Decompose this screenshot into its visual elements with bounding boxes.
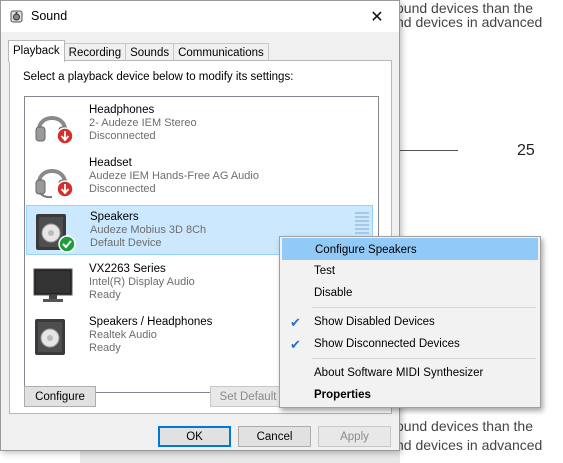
speaker-app-icon (10, 10, 23, 23)
device-description: Realtek Audio (89, 329, 157, 341)
headset-icon (35, 169, 74, 199)
background-strip (80, 451, 400, 463)
menu-item-configure-speakers[interactable]: Configure Speakers (282, 238, 538, 260)
apply-button[interactable]: Apply (318, 426, 391, 447)
menu-item-about-midi[interactable]: About Software MIDI Synthesizer (282, 362, 538, 384)
monitor-icon (33, 268, 73, 302)
menu-item-show-disabled-devices[interactable]: ✔ Show Disabled Devices (282, 311, 538, 333)
device-name: Headphones (89, 104, 155, 116)
device-status: Disconnected (89, 183, 156, 195)
set-default-button[interactable]: Set Default (210, 386, 286, 407)
device-name: VX2263 Series (89, 263, 166, 275)
device-status: Ready (89, 289, 121, 301)
device-status: Ready (89, 342, 121, 354)
cancel-button[interactable]: Cancel (238, 426, 311, 447)
menu-item-label: About Software MIDI Synthesizer (314, 367, 484, 379)
device-description: 2- Audeze IEM Stereo (89, 117, 197, 129)
title-bar[interactable]: Sound ✕ (1, 1, 399, 32)
menu-item-label: Disable (314, 287, 353, 299)
menu-item-test[interactable]: Test (282, 260, 538, 282)
background-divider (400, 150, 458, 151)
tab-strip: Playback Recording Sounds Communications (8, 40, 269, 62)
device-item-headphones[interactable]: Headphones 2- Audeze IEM Stereo Disconne… (26, 99, 373, 149)
background-text: nd devices in advanced (396, 437, 543, 453)
checkmark-icon: ✔ (290, 315, 301, 330)
menu-separator (312, 307, 536, 308)
close-icon: ✕ (370, 8, 384, 26)
window-title: Sound (31, 9, 68, 23)
menu-separator (312, 358, 536, 359)
menu-item-label: Configure Speakers (315, 244, 417, 256)
background-text: ound devices than the (396, 418, 533, 434)
menu-item-label: Test (314, 265, 336, 277)
ok-button[interactable]: OK (158, 426, 231, 447)
headphones-icon (35, 116, 74, 145)
page-number: 25 (517, 142, 535, 159)
menu-item-label: Show Disabled Devices (314, 316, 435, 328)
menu-item-label: Properties (314, 389, 371, 401)
background-text: nd devices in advanced (396, 14, 543, 30)
device-description: Audeze IEM Hands-Free AG Audio (89, 170, 259, 182)
device-status: Disconnected (89, 130, 156, 142)
menu-item-show-disconnected-devices[interactable]: ✔ Show Disconnected Devices (282, 333, 538, 355)
menu-item-disable[interactable]: Disable (282, 282, 538, 304)
menu-item-label: Show Disconnected Devices (314, 338, 460, 350)
speaker-icon (35, 319, 65, 355)
tab-playback[interactable]: Playback (8, 40, 65, 62)
device-name: Speakers / Headphones (89, 316, 213, 328)
menu-item-properties[interactable]: Properties (282, 384, 538, 406)
device-description: Audeze Mobius 3D 8Ch (90, 224, 207, 236)
device-name: Headset (89, 157, 132, 169)
device-description: Intel(R) Display Audio (89, 276, 195, 288)
device-name: Speakers (90, 211, 139, 223)
device-status: Default Device (90, 237, 162, 249)
context-menu: Configure Speakers Test Disable ✔ Show D… (279, 236, 541, 408)
close-button[interactable]: ✕ (355, 1, 399, 32)
device-item-headset[interactable]: Headset Audeze IEM Hands-Free AG Audio D… (26, 152, 373, 202)
configure-button[interactable]: Configure (24, 386, 96, 407)
instruction-text: Select a playback device below to modify… (23, 71, 294, 83)
checkmark-icon: ✔ (290, 337, 301, 352)
speaker-icon (36, 214, 76, 253)
default-check-badge (58, 235, 76, 253)
